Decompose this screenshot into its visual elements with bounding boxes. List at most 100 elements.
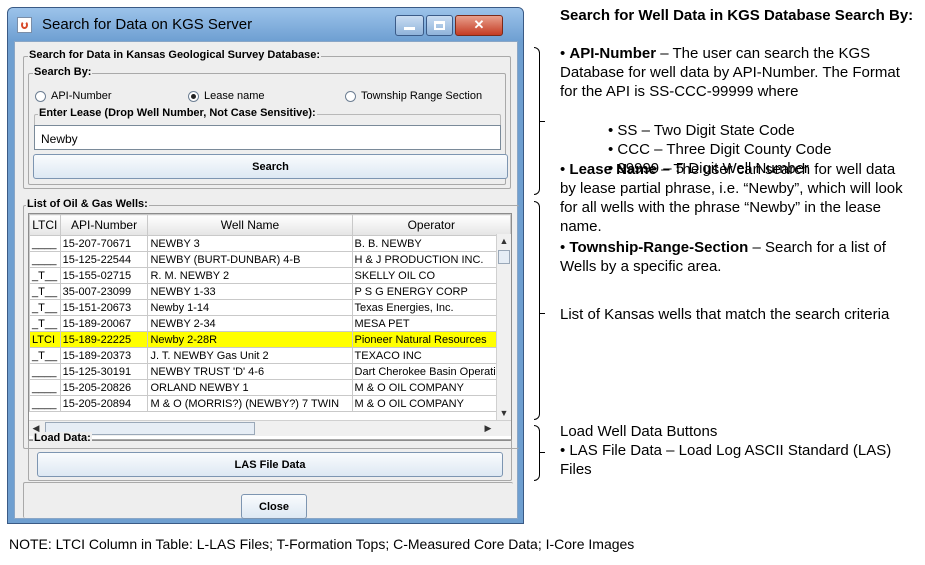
load-bracket-tip — [540, 452, 545, 453]
cell-well-name: ORLAND NEWBY 1 — [147, 379, 353, 396]
title-bar[interactable]: Search for Data on KGS Server — [8, 8, 523, 41]
search-button[interactable]: Search — [33, 154, 508, 179]
cell-operator: Pioneer Natural Resources — [351, 331, 511, 348]
window-content: Search for Data in Kansas Geological Sur… — [14, 41, 519, 519]
vertical-scrollbar[interactable]: ▲ ▼ — [496, 234, 511, 420]
radio-selected-icon — [188, 90, 199, 102]
api-number-note: • API-Number – The user can search the K… — [560, 45, 900, 100]
column-header-operator[interactable]: Operator — [351, 214, 511, 236]
load-bracket — [534, 425, 540, 481]
cell-operator: MESA PET — [351, 315, 511, 332]
lease-name-title: Lease Name — [569, 161, 657, 178]
wells-table-body: ____ 15-207-70671 NEWBY 3 B. B. NEWBY ____ 15… — [29, 235, 511, 412]
minimize-button[interactable] — [395, 15, 424, 36]
cell-api-number: 15-155-02715 — [59, 267, 149, 284]
cell-well-name: R. M. NEWBY 2 — [147, 267, 353, 284]
scroll-right-icon[interactable]: ▶ — [481, 421, 495, 435]
cell-ltci: ____ — [29, 379, 61, 396]
column-header-api-number[interactable]: API-Number — [59, 214, 149, 236]
cell-api-number: 15-205-20894 — [59, 395, 149, 412]
cell-ltci: ____ — [29, 363, 61, 380]
load-note-text: LAS File Data – Load Log ASCII Standard … — [560, 442, 892, 478]
cell-api-number: 15-189-22225 — [59, 331, 149, 348]
cell-operator: M & O OIL COMPANY — [351, 395, 511, 412]
radio-lease-name[interactable]: Lease name — [188, 90, 265, 102]
cell-well-name: NEWBY 1-33 — [147, 283, 353, 300]
cell-well-name: NEWBY 3 — [147, 235, 353, 252]
cell-api-number: 15-189-20067 — [59, 315, 149, 332]
vertical-scroll-thumb[interactable] — [498, 250, 510, 264]
cell-api-number: 15-189-20373 — [59, 347, 149, 364]
close-button[interactable]: Close — [241, 494, 307, 519]
cell-well-name: NEWBY TRUST 'D' 4-6 — [147, 363, 353, 380]
search-group-label: Search for Data in Kansas Geological Sur… — [28, 49, 322, 61]
table-row[interactable]: ____ 15-125-22544 NEWBY (BURT-DUNBAR) 4-B H… — [29, 251, 511, 268]
las-file-data-button[interactable]: LAS File Data — [37, 452, 503, 477]
scroll-down-icon[interactable]: ▼ — [497, 406, 511, 420]
cell-ltci: _T__ — [29, 315, 61, 332]
cell-ltci: _T__ — [29, 347, 61, 364]
search-by-label: Search By: — [33, 66, 93, 78]
search-heading: Search for Well Data in KGS Database Sea… — [560, 7, 914, 24]
cell-ltci: ____ — [29, 395, 61, 412]
cell-well-name: M & O (MORRIS?) (NEWBY?) 7 TWIN — [147, 395, 353, 412]
table-row[interactable]: LTCI 15-189-22225 Newby 2-28R Pioneer Natur… — [29, 331, 511, 348]
api-format-item: • CCC – Three Digit County Code — [608, 141, 832, 158]
table-row[interactable]: _T__ 35-007-23099 NEWBY 1-33 P S G ENERGY C… — [29, 283, 511, 300]
window-title: Search for Data on KGS Server — [42, 16, 253, 33]
search-bracket-tip — [540, 121, 545, 122]
radio-button-icon — [345, 90, 356, 102]
radio-api-number[interactable]: API-Number — [35, 90, 112, 102]
cell-operator: TEXACO INC — [351, 347, 511, 364]
maximize-button[interactable] — [426, 15, 453, 36]
column-header-well-name[interactable]: Well Name — [147, 214, 353, 236]
table-row[interactable]: ____ 15-207-70671 NEWBY 3 B. B. NEWBY — [29, 235, 511, 252]
table-row[interactable]: ____ 15-205-20826 ORLAND NEWBY 1M & O OIL … — [29, 379, 511, 396]
cell-api-number: 15-207-70671 — [59, 235, 149, 252]
radio-button-icon — [35, 90, 46, 102]
horizontal-scrollbar[interactable]: ◀ ▶ — [29, 420, 511, 436]
table-row[interactable]: ____ 15-205-20894 M & O (MORRIS?) (NEWBY?)… — [29, 395, 511, 412]
table-row[interactable]: _T__ 15-155-02715 R. M. NEWBY 2 SKELLY OIL … — [29, 267, 511, 284]
lease-name-input[interactable]: Newby — [34, 125, 501, 150]
cell-ltci: _T__ — [29, 283, 61, 300]
cell-operator: M & O OIL COMPANY — [351, 379, 511, 396]
trs-title: Township-Range-Section — [569, 239, 749, 256]
table-row[interactable]: _T__ 15-151-20673 Newby 1-14 Texas Energies… — [29, 299, 511, 316]
table-row[interactable]: _T__ 15-189-20067 NEWBY 2-34 MESA PET — [29, 315, 511, 332]
radio-api-label: API-Number — [51, 90, 112, 102]
cell-operator: Texas Energies, Inc. — [351, 299, 511, 316]
list-bracket — [534, 201, 540, 420]
cell-api-number: 15-125-22544 — [59, 251, 149, 268]
cell-operator: P S G ENERGY CORP — [351, 283, 511, 300]
cell-api-number: 35-007-23099 — [59, 283, 149, 300]
table-row[interactable]: _T__ 15-189-20373 J. T. NEWBY Gas Unit 2 TE… — [29, 347, 511, 364]
cell-well-name: NEWBY 2-34 — [147, 315, 353, 332]
search-window: Search for Data on KGS Server Search for… — [7, 7, 524, 524]
cell-operator: H & J PRODUCTION INC. — [351, 251, 511, 268]
radio-township-range-section[interactable]: Township Range Section — [345, 90, 482, 102]
list-note: List of Kansas wells that match the sear… — [560, 306, 890, 323]
close-window-button[interactable] — [455, 15, 503, 36]
wells-table[interactable]: LTCI API-Number Well Name Operator ____ 1… — [28, 213, 512, 441]
cell-well-name: Newby 2-28R — [147, 331, 353, 348]
trs-note: • Township-Range-Section – Search for a … — [560, 239, 886, 275]
table-row[interactable]: ____ 15-125-30191 NEWBY TRUST 'D' 4-6 Dart … — [29, 363, 511, 380]
wells-table-grid: LTCI API-Number Well Name Operator ____ 1… — [29, 214, 511, 412]
cell-ltci: ____ — [29, 235, 61, 252]
cell-well-name: NEWBY (BURT-DUNBAR) 4-B — [147, 251, 353, 268]
cell-well-name: J. T. NEWBY Gas Unit 2 — [147, 347, 353, 364]
cell-api-number: 15-125-30191 — [59, 363, 149, 380]
load-note: • LAS File Data – Load Log ASCII Standar… — [560, 442, 892, 478]
list-bracket-tip — [540, 313, 545, 314]
footer-note: NOTE: LTCI Column in Table: L-LAS Files;… — [9, 536, 635, 552]
lease-entry-label: Enter Lease (Drop Well Number, Not Case … — [38, 107, 317, 119]
scroll-up-icon[interactable]: ▲ — [497, 234, 511, 248]
cell-api-number: 15-205-20826 — [59, 379, 149, 396]
java-cup-icon — [17, 17, 32, 33]
column-header-ltci[interactable]: LTCI — [29, 214, 61, 236]
cell-ltci: _T__ — [29, 299, 61, 316]
load-heading: Load Well Data Buttons — [560, 423, 718, 440]
api-format-item: • SS – Two Digit State Code — [608, 122, 795, 139]
load-data-group: Load Data: LAS File Data — [28, 432, 512, 481]
